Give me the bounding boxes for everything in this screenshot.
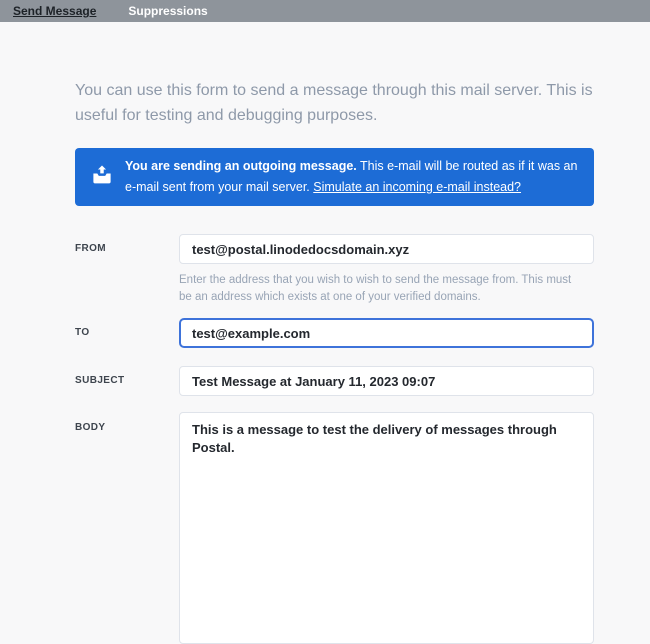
send-message-page: You can use this form to send a message … [0,22,650,644]
top-tab-bar: Send Message Suppressions [0,0,650,22]
from-help-text: Enter the address that you wish to wish … [179,272,581,306]
to-row: TO [75,318,594,348]
send-message-form: FROM Enter the address that you wish to … [75,234,594,644]
intro-text: You can use this form to send a message … [75,78,594,128]
tab-suppressions[interactable]: Suppressions [128,4,207,18]
simulate-incoming-link[interactable]: Simulate an incoming e-mail instead? [313,180,521,194]
outbox-icon [91,156,113,191]
tab-send-message[interactable]: Send Message [13,4,96,18]
outgoing-message-banner: You are sending an outgoing message. Thi… [75,148,594,206]
body-label: BODY [75,412,179,433]
subject-label: SUBJECT [75,366,179,386]
banner-text: You are sending an outgoing message. Thi… [125,156,578,198]
from-label: FROM [75,234,179,254]
subject-input[interactable] [179,366,594,396]
body-textarea[interactable]: This is a message to test the delivery o… [179,412,594,644]
banner-bold-text: You are sending an outgoing message. [125,159,357,173]
subject-row: SUBJECT [75,366,594,396]
to-input[interactable] [179,318,594,348]
to-label: TO [75,318,179,338]
from-input[interactable] [179,234,594,264]
body-row: BODY This is a message to test the deliv… [75,412,594,644]
from-row: FROM Enter the address that you wish to … [75,234,594,306]
